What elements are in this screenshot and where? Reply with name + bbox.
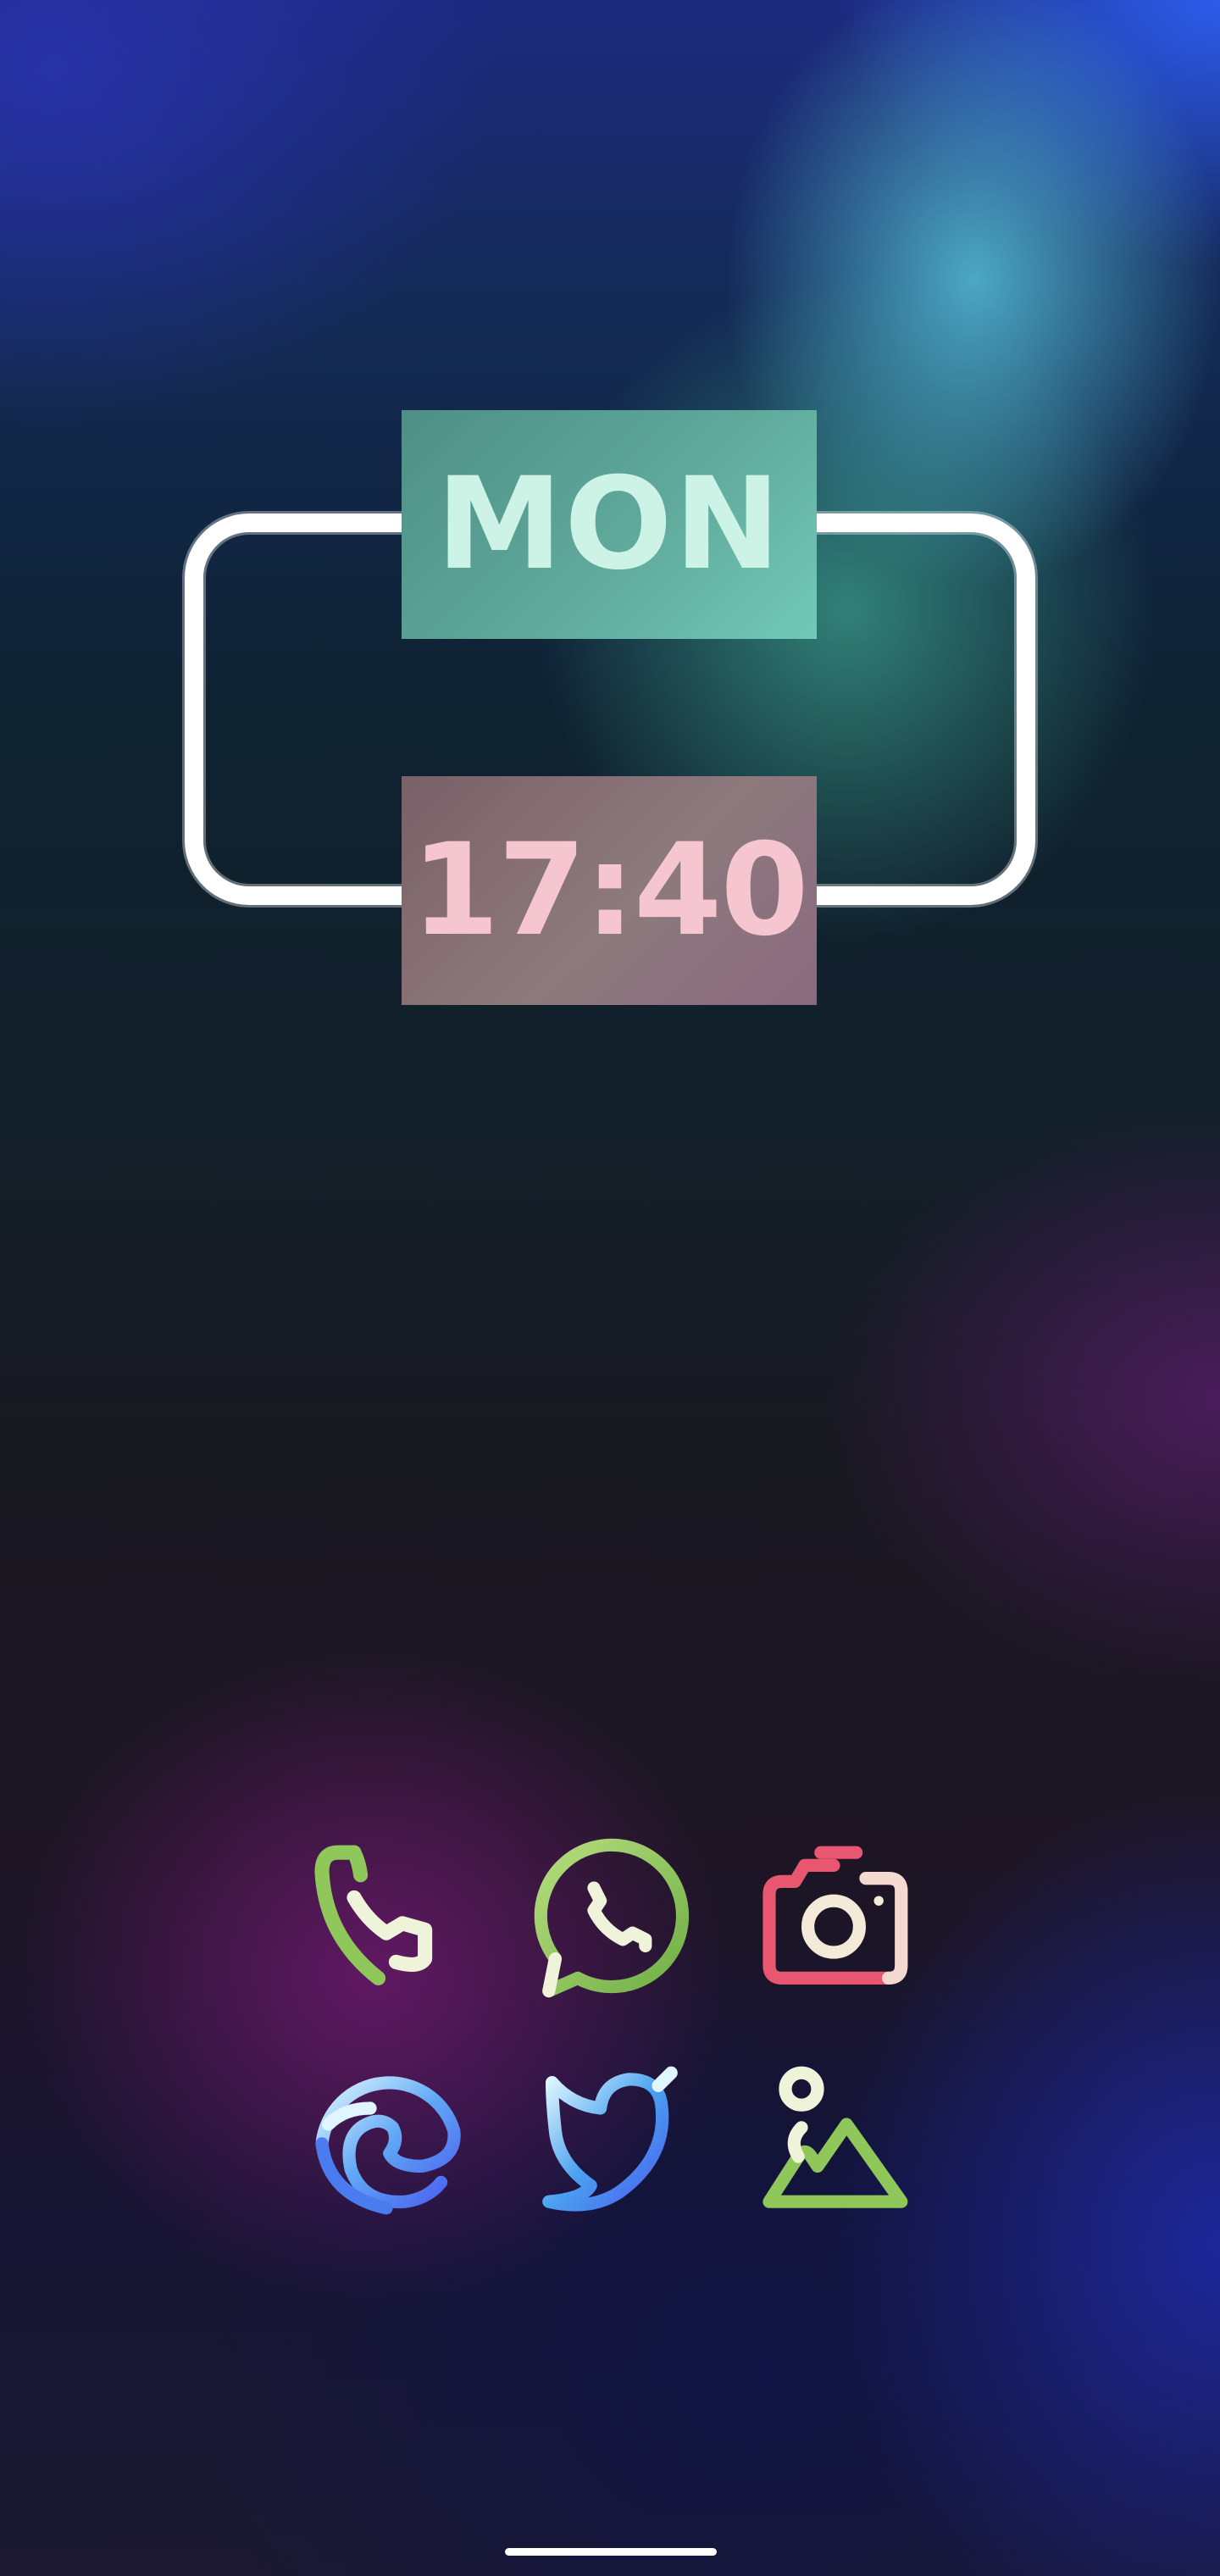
gesture-nav-handle[interactable]	[505, 2548, 717, 2556]
whatsapp-icon	[530, 1838, 690, 2004]
phone-icon	[306, 1840, 467, 2004]
home-screen: MON 17:40	[0, 0, 1220, 2576]
day-label: MON	[402, 410, 817, 639]
edge-browser-icon	[306, 2060, 467, 2224]
twitter-bird-icon	[530, 2060, 690, 2224]
twitter-app[interactable]	[525, 2057, 695, 2227]
whatsapp-app[interactable]	[525, 1837, 695, 2007]
camera-icon	[753, 1840, 914, 2004]
gallery-icon	[753, 2060, 914, 2224]
camera-app[interactable]	[749, 1837, 918, 2007]
phone-app[interactable]	[302, 1837, 471, 2007]
gallery-app[interactable]	[749, 2057, 918, 2227]
time-label: 17:40	[402, 776, 817, 1005]
edge-app[interactable]	[302, 2057, 471, 2227]
